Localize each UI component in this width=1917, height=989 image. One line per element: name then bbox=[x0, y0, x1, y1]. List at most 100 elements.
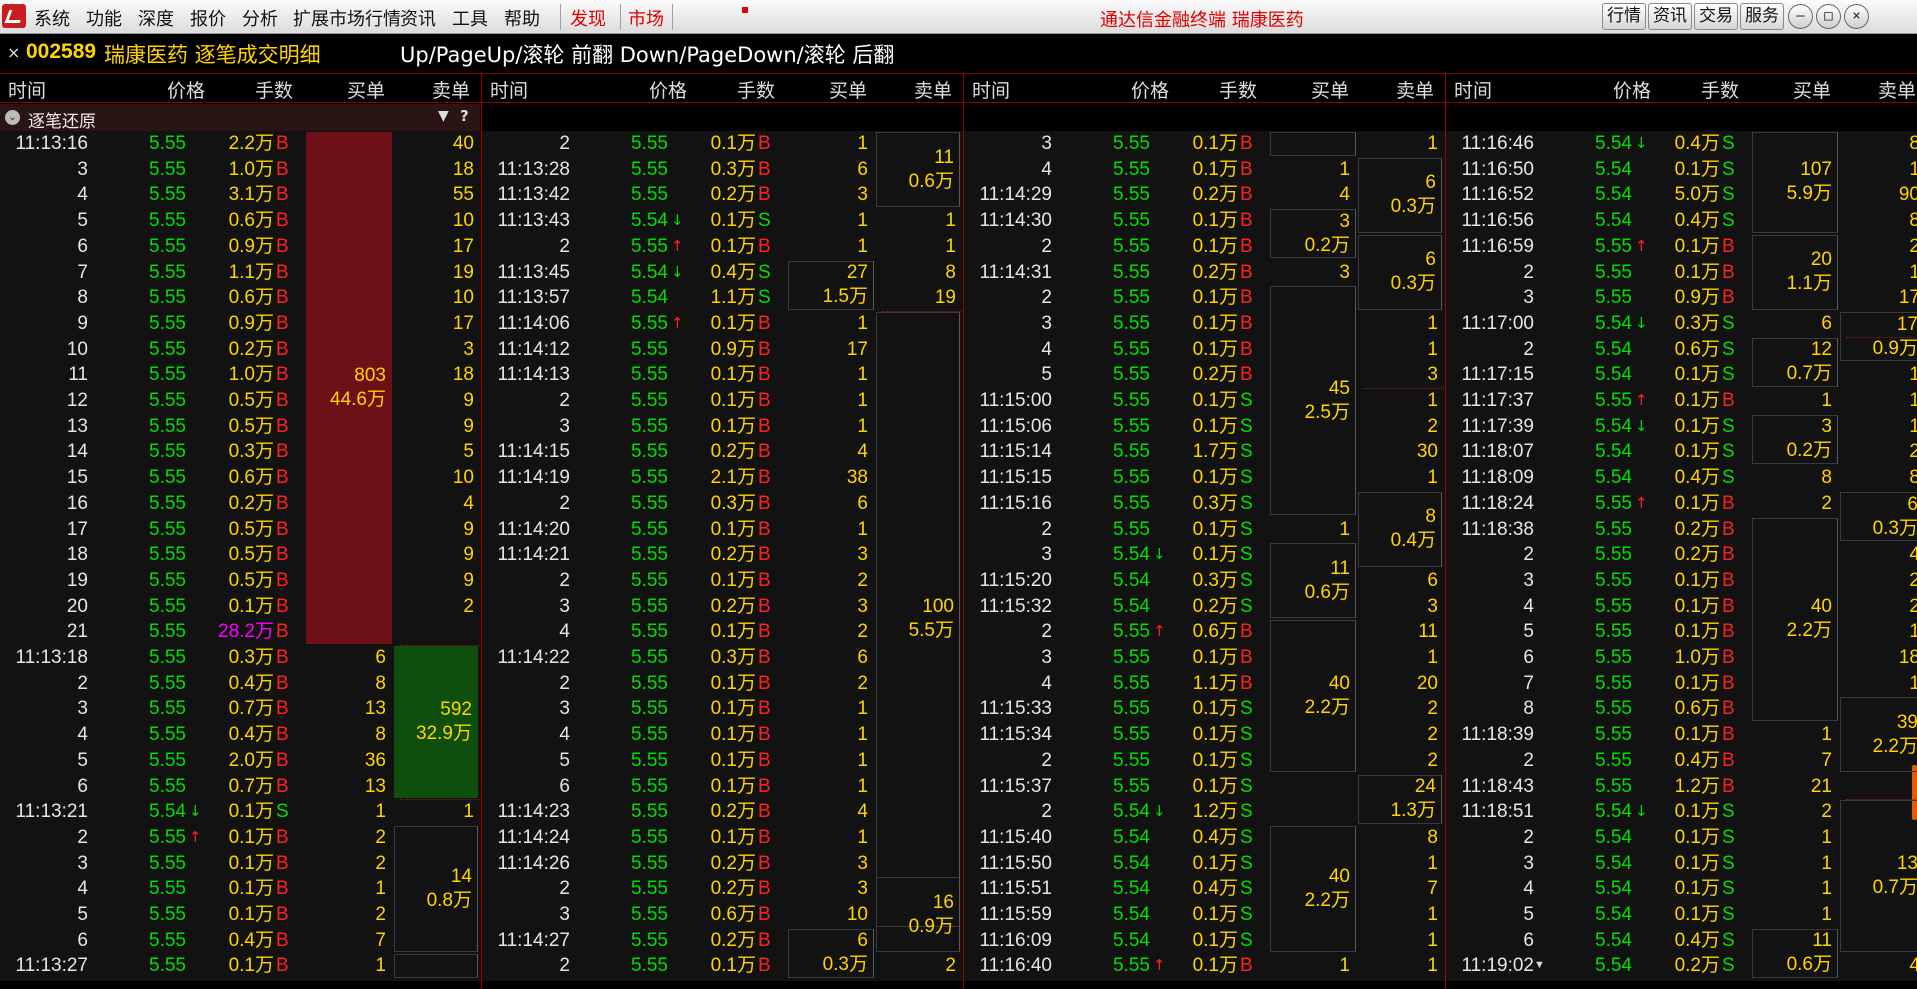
tick-time: 11:15:51 bbox=[979, 878, 1052, 900]
tick-price: 5.55 bbox=[631, 775, 668, 797]
tick-volume: 0.1万 bbox=[710, 518, 756, 540]
tick-time: 11:14:23 bbox=[497, 801, 570, 823]
column-header-volume[interactable]: 手数 bbox=[715, 76, 775, 103]
sell-order-count: 10 bbox=[452, 287, 474, 309]
tick-time: 8 bbox=[1523, 698, 1534, 720]
trade-button[interactable]: 交易 bbox=[1694, 3, 1738, 30]
tick-direction: B bbox=[276, 312, 289, 334]
tick-time: 11:15:00 bbox=[979, 390, 1052, 411]
tick-volume: 0.3万 bbox=[710, 492, 756, 514]
sell-order-count: 1 bbox=[1909, 364, 1917, 386]
tick-time: 18 bbox=[66, 544, 88, 566]
column-header-buy[interactable]: 买单 bbox=[1771, 76, 1831, 103]
sell-order-count: 2 bbox=[463, 595, 474, 617]
menu-quote[interactable]: 报价 bbox=[190, 5, 226, 31]
column-header-price[interactable]: 价格 bbox=[145, 76, 205, 103]
tick-volume: 0.6万 bbox=[1674, 338, 1720, 360]
tick-price: 5.55 bbox=[631, 852, 668, 874]
column-header-volume[interactable]: 手数 bbox=[233, 76, 293, 103]
tick-volume: 1.0万 bbox=[228, 364, 274, 386]
order-block-amount: 0.9万 bbox=[1872, 337, 1917, 359]
column-header-price[interactable]: 价格 bbox=[1591, 76, 1651, 103]
tick-direction: B bbox=[1722, 647, 1735, 668]
menu-help[interactable]: 帮助 bbox=[504, 5, 540, 31]
restore-icon[interactable]: □ bbox=[1816, 4, 1841, 29]
tick-volume: 0.1万 bbox=[710, 364, 756, 386]
column-header-price[interactable]: 价格 bbox=[627, 76, 687, 103]
tick-direction: B bbox=[758, 672, 771, 694]
tick-volume: 0.1万 bbox=[710, 312, 756, 334]
menu-extended-market[interactable]: 扩展市场行情 bbox=[293, 5, 401, 31]
tick-direction: S bbox=[1240, 904, 1253, 925]
column-header-buy[interactable]: 买单 bbox=[325, 76, 385, 103]
column-header-volume[interactable]: 手数 bbox=[1679, 76, 1739, 103]
tick-price: 5.55 bbox=[1595, 261, 1632, 283]
tick-time: 11:15:32 bbox=[979, 595, 1052, 617]
column-header-time[interactable]: 时间 bbox=[972, 76, 1010, 103]
menu-depth[interactable]: 深度 bbox=[138, 5, 174, 31]
order-block-count: 13 bbox=[1896, 853, 1917, 875]
column-header-buy[interactable]: 买单 bbox=[1289, 76, 1349, 103]
arrow-up-icon: ↑ bbox=[671, 236, 684, 255]
tick-direction: S bbox=[1722, 904, 1735, 925]
tick-direction: S bbox=[1240, 518, 1253, 540]
tick-volume: 0.4万 bbox=[1674, 210, 1720, 232]
filter-icon[interactable]: ▼ bbox=[438, 108, 449, 124]
sell-order-count: 17 bbox=[452, 312, 474, 334]
menu-tools[interactable]: 工具 bbox=[452, 5, 488, 31]
close-panel-icon[interactable]: × bbox=[7, 43, 20, 62]
tick-time: 17 bbox=[66, 518, 88, 540]
service-button[interactable]: 服务 bbox=[1740, 3, 1784, 30]
column-header-sell[interactable]: 卖单 bbox=[1374, 76, 1434, 103]
dropdown-caret-icon[interactable]: ▼ bbox=[1534, 953, 1548, 978]
tick-volume: 0.1万 bbox=[710, 621, 756, 643]
menu-discover[interactable]: 发现 bbox=[570, 5, 606, 31]
tick-volume: 0.4万 bbox=[1192, 826, 1238, 848]
tick-time: 6 bbox=[77, 929, 88, 951]
tick-price: 5.54 bbox=[1595, 929, 1632, 951]
menu-system[interactable]: 系统 bbox=[34, 5, 70, 31]
column-header-time[interactable]: 时间 bbox=[8, 76, 46, 103]
help-icon[interactable]: ? bbox=[460, 107, 469, 125]
menu-market[interactable]: 市场 bbox=[628, 5, 664, 31]
tick-direction: B bbox=[276, 544, 289, 566]
tick-direction: B bbox=[276, 338, 289, 360]
tick-volume: 0.4万 bbox=[1674, 467, 1720, 489]
menu-function[interactable]: 功能 bbox=[86, 5, 122, 31]
column-header-sell[interactable]: 卖单 bbox=[1856, 76, 1916, 103]
tick-time: 11:14:31 bbox=[979, 261, 1052, 283]
tick-direction: S bbox=[1722, 158, 1735, 180]
tick-direction: B bbox=[276, 364, 289, 386]
menu-divider bbox=[620, 4, 621, 30]
column-header-buy[interactable]: 买单 bbox=[807, 76, 867, 103]
collapse-icon[interactable]: ⌄ bbox=[5, 110, 20, 125]
restore-ticks-toggle[interactable]: 逐笔还原 bbox=[28, 107, 96, 132]
tick-price: 5.55 bbox=[1113, 415, 1150, 437]
quote-button[interactable]: 行情 bbox=[1602, 3, 1646, 30]
column-header-time[interactable]: 时间 bbox=[1454, 76, 1492, 103]
tick-direction: B bbox=[1240, 184, 1253, 206]
column-header-price[interactable]: 价格 bbox=[1109, 76, 1169, 103]
sell-order-count: 18 bbox=[452, 158, 474, 180]
column-header-time[interactable]: 时间 bbox=[490, 76, 528, 103]
tick-price: 5.54 bbox=[1595, 158, 1632, 180]
order-block-count: 11 bbox=[1330, 557, 1350, 579]
info-button[interactable]: 资讯 bbox=[1648, 3, 1692, 30]
minimize-icon[interactable]: — bbox=[1788, 4, 1813, 29]
tick-volume: 0.2万 bbox=[1674, 955, 1720, 977]
tick-price: 5.55 bbox=[149, 852, 186, 874]
app-logo-icon[interactable] bbox=[2, 4, 26, 28]
buy-order-count: 10 bbox=[846, 904, 868, 925]
menu-info[interactable]: 资讯 bbox=[400, 5, 436, 31]
tick-price: 5.54 bbox=[1595, 415, 1632, 437]
column-header-sell[interactable]: 卖单 bbox=[892, 76, 952, 103]
tick-volume: 0.1万 bbox=[228, 826, 274, 848]
menu-analysis[interactable]: 分析 bbox=[242, 5, 278, 31]
column-header-volume[interactable]: 手数 bbox=[1197, 76, 1257, 103]
column-header-sell[interactable]: 卖单 bbox=[410, 76, 470, 103]
tick-price: 5.55 bbox=[1595, 621, 1632, 643]
close-window-icon[interactable]: × bbox=[1844, 4, 1869, 29]
buy-order-count: 1 bbox=[857, 724, 868, 746]
tick-price: 5.55 bbox=[631, 929, 668, 951]
buy-order-count: 7 bbox=[375, 929, 386, 951]
